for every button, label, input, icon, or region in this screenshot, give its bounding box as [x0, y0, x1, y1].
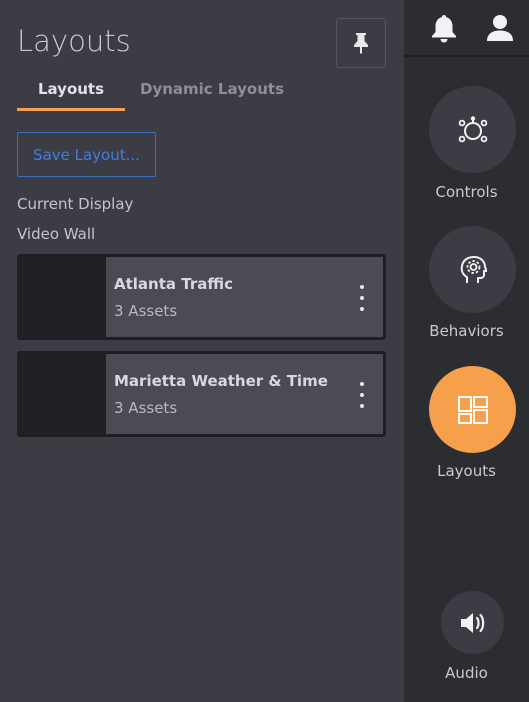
speaker-icon	[460, 612, 484, 633]
brain-gear-icon	[460, 255, 487, 283]
user-icon[interactable]	[486, 14, 514, 42]
more-options-icon[interactable]	[357, 285, 367, 311]
nav-rail: Controls Behaviors Layouts Audio	[404, 0, 529, 702]
layout-card-body: Atlanta Traffic 3 Assets	[106, 257, 383, 337]
layouts-button[interactable]	[429, 366, 516, 453]
audio-button[interactable]	[441, 591, 504, 654]
controls-label: Controls	[435, 183, 498, 201]
tab-layouts[interactable]: Layouts	[17, 78, 125, 111]
layout-name: Atlanta Traffic	[114, 275, 233, 293]
panel-title: Layouts	[17, 24, 131, 58]
video-wall-label: Video Wall	[17, 225, 96, 243]
layout-card[interactable]: Atlanta Traffic 3 Assets	[17, 254, 386, 340]
behaviors-label: Behaviors	[429, 322, 504, 340]
layouts-label: Layouts	[437, 462, 496, 480]
behaviors-button[interactable]	[429, 226, 516, 313]
layout-asset-count: 3 Assets	[114, 302, 178, 320]
save-layout-button[interactable]: Save Layout...	[17, 132, 156, 177]
controls-icon	[458, 115, 487, 142]
rail-header	[404, 0, 529, 57]
more-options-icon[interactable]	[357, 382, 367, 408]
pin-button[interactable]	[336, 18, 386, 68]
audio-label: Audio	[445, 664, 488, 682]
pin-icon	[354, 33, 368, 54]
tab-dynamic-layouts[interactable]: Dynamic Layouts	[140, 78, 284, 111]
bell-icon[interactable]	[430, 13, 458, 43]
current-display-label: Current Display	[17, 195, 134, 213]
layouts-icon	[457, 395, 488, 424]
layout-card-body: Marietta Weather & Time 3 Assets	[106, 354, 383, 434]
layout-card[interactable]: Marietta Weather & Time 3 Assets	[17, 351, 386, 437]
layout-name: Marietta Weather & Time	[114, 372, 328, 390]
layout-asset-count: 3 Assets	[114, 399, 178, 417]
controls-button[interactable]	[429, 86, 516, 173]
layouts-panel: Layouts Layouts Dynamic Layouts Save Lay…	[0, 0, 404, 702]
layout-thumbnail	[20, 257, 106, 337]
layout-thumbnail	[20, 354, 106, 434]
